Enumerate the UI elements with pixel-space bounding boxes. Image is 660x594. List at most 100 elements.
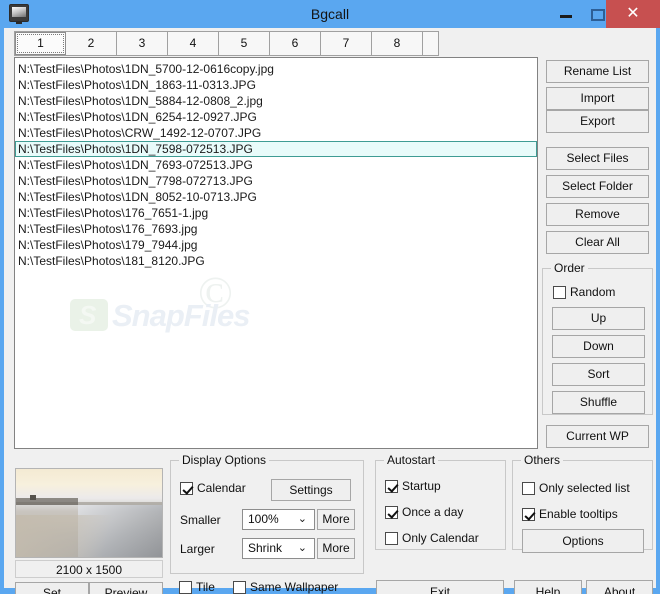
wallpaper-preview[interactable] [15, 468, 163, 558]
startup-checkbox[interactable]: Startup [385, 479, 441, 494]
snapfiles-logo-icon [70, 299, 108, 331]
smaller-combo[interactable]: 100% ⌄ [242, 509, 315, 530]
chevron-down-icon: ⌄ [297, 513, 307, 525]
calendar-checkbox[interactable]: Calendar [180, 481, 246, 496]
random-checkbox[interactable]: Random [553, 285, 615, 300]
maximize-icon [591, 9, 605, 21]
application-window: Bgcall ✕ 1 2 3 4 5 6 7 8 © S SnapFiles N… [0, 0, 660, 594]
calendar-label: Calendar [197, 481, 246, 495]
close-button[interactable]: ✕ [606, 0, 660, 28]
same-wallpaper-label: Same Wallpaper [250, 580, 339, 594]
tab-1[interactable]: 1 [15, 32, 66, 55]
once-a-day-checkbox[interactable]: Once a day [385, 505, 463, 520]
order-shuffle-button[interactable]: Shuffle [552, 391, 645, 414]
smaller-value: 100% [248, 512, 279, 526]
set-button[interactable]: Set [15, 582, 89, 594]
checkbox-box [553, 286, 566, 299]
file-list-item[interactable]: N:\TestFiles\Photos\179_7944.jpg [15, 237, 537, 253]
file-list-item[interactable]: N:\TestFiles\Photos\1DN_7693-072513.JPG [15, 157, 537, 173]
larger-combo[interactable]: Shrink ⌄ [242, 538, 315, 559]
others-options-button[interactable]: Options [522, 529, 644, 553]
checkbox-box [522, 508, 535, 521]
startup-label: Startup [402, 479, 441, 493]
file-list-item[interactable]: N:\TestFiles\Photos\1DN_8052-10-0713.JPG [15, 189, 537, 205]
copyright-icon: © [198, 267, 233, 318]
tab-3[interactable]: 3 [117, 32, 168, 55]
tab-2[interactable]: 2 [66, 32, 117, 55]
close-icon: ✕ [626, 5, 640, 22]
export-button[interactable]: Export [546, 110, 649, 133]
about-button[interactable]: About [586, 580, 653, 594]
rename-list-button[interactable]: Rename List [546, 60, 649, 83]
watermark-text: SnapFiles [112, 298, 250, 333]
snapfiles-watermark: © SnapFiles [70, 267, 310, 353]
minimize-icon [560, 15, 572, 18]
smaller-label: Smaller [180, 513, 221, 527]
checkbox-box [522, 482, 535, 495]
calendar-settings-button[interactable]: Settings [271, 479, 351, 501]
smaller-more-button[interactable]: More [317, 509, 355, 530]
file-list-item[interactable]: N:\TestFiles\Photos\181_8120.JPG [15, 253, 537, 269]
checkbox-box [385, 532, 398, 545]
only-calendar-checkbox[interactable]: Only Calendar [385, 531, 479, 546]
tab-8[interactable]: 8 [372, 32, 423, 55]
autostart-label: Autostart [384, 453, 439, 467]
order-group-label: Order [551, 261, 588, 275]
random-label: Random [570, 285, 616, 299]
larger-label: Larger [180, 542, 215, 556]
file-list-item[interactable]: N:\TestFiles\Photos\1DN_5700-12-0616copy… [15, 61, 537, 77]
tile-label: Tile [196, 580, 215, 594]
preview-button[interactable]: Preview [89, 582, 163, 594]
file-list-items: N:\TestFiles\Photos\1DN_5700-12-0616copy… [15, 58, 537, 269]
checkbox-box [385, 506, 398, 519]
file-list-item[interactable]: N:\TestFiles\Photos\1DN_7598-072513.JPG [15, 141, 537, 157]
once-a-day-label: Once a day [402, 505, 464, 519]
larger-more-button[interactable]: More [317, 538, 355, 559]
checkbox-box [180, 482, 193, 495]
checkbox-box [179, 581, 192, 594]
only-calendar-label: Only Calendar [402, 531, 479, 545]
preview-image [16, 469, 162, 557]
file-list-item[interactable]: N:\TestFiles\Photos\1DN_7798-072713.JPG [15, 173, 537, 189]
file-list-item[interactable]: N:\TestFiles\Photos\176_7651-1.jpg [15, 205, 537, 221]
tab-4[interactable]: 4 [168, 32, 219, 55]
client-area: 1 2 3 4 5 6 7 8 © SnapFiles N:\TestFiles… [4, 28, 656, 594]
file-list-item[interactable]: N:\TestFiles\Photos\176_7693.jpg [15, 221, 537, 237]
clear-all-button[interactable]: Clear All [546, 231, 649, 254]
others-group: Others Only selected list Enable tooltip… [512, 453, 653, 553]
file-list-item[interactable]: N:\TestFiles\Photos\1DN_1863-11-0313.JPG [15, 77, 537, 93]
display-options-group: Display Options Calendar Settings Smalle… [170, 453, 364, 574]
minimize-button[interactable] [550, 0, 582, 28]
help-button[interactable]: Help [514, 580, 582, 594]
tab-7[interactable]: 7 [321, 32, 372, 55]
checkbox-box [385, 480, 398, 493]
tile-checkbox[interactable]: Tile [179, 580, 215, 594]
exit-button[interactable]: Exit [376, 580, 504, 594]
image-dimensions-label: 2100 x 1500 [15, 560, 163, 578]
order-down-button[interactable]: Down [552, 335, 645, 358]
remove-button[interactable]: Remove [546, 203, 649, 226]
title-bar: Bgcall ✕ [0, 0, 660, 28]
file-list-item[interactable]: N:\TestFiles\Photos\CRW_1492-12-0707.JPG [15, 125, 537, 141]
file-list-item[interactable]: N:\TestFiles\Photos\1DN_6254-12-0927.JPG [15, 109, 537, 125]
checkbox-box [233, 581, 246, 594]
file-list-item[interactable]: N:\TestFiles\Photos\1DN_5884-12-0808_2.j… [15, 93, 537, 109]
same-wallpaper-checkbox[interactable]: Same Wallpaper [233, 580, 338, 594]
tab-5[interactable]: 5 [219, 32, 270, 55]
file-list[interactable]: © SnapFiles N:\TestFiles\Photos\1DN_5700… [14, 57, 538, 449]
order-up-button[interactable]: Up [552, 307, 645, 330]
enable-tooltips-checkbox[interactable]: Enable tooltips [522, 507, 618, 522]
order-group: Order Random Up Down Sort Shuffle [542, 261, 653, 415]
select-folder-button[interactable]: Select Folder [546, 175, 649, 198]
order-sort-button[interactable]: Sort [552, 363, 645, 386]
preview-dune [16, 498, 78, 505]
import-button[interactable]: Import [546, 87, 649, 110]
chevron-down-icon: ⌄ [297, 542, 307, 554]
list-tab-strip: 1 2 3 4 5 6 7 8 [14, 31, 439, 56]
display-options-label: Display Options [179, 453, 270, 467]
only-selected-list-checkbox[interactable]: Only selected list [522, 481, 630, 496]
preview-tree [30, 495, 36, 500]
select-files-button[interactable]: Select Files [546, 147, 649, 170]
tab-6[interactable]: 6 [270, 32, 321, 55]
current-wp-button[interactable]: Current WP [546, 425, 649, 448]
